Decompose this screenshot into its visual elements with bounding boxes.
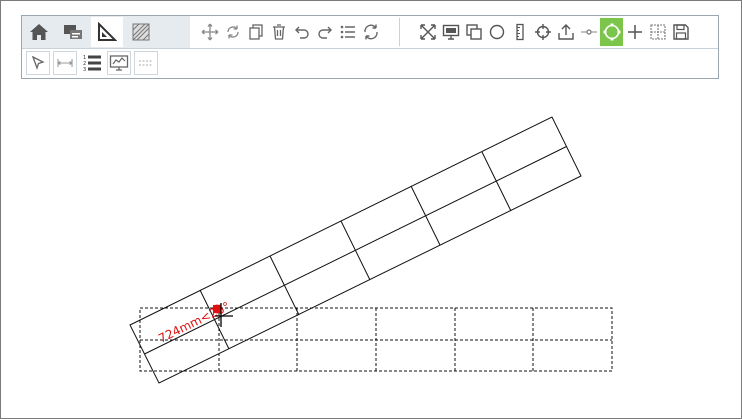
rotated-panel-grid bbox=[129, 116, 582, 384]
snap-marker bbox=[212, 304, 222, 314]
drawing-canvas[interactable]: 724mm<26° bbox=[0, 0, 742, 419]
